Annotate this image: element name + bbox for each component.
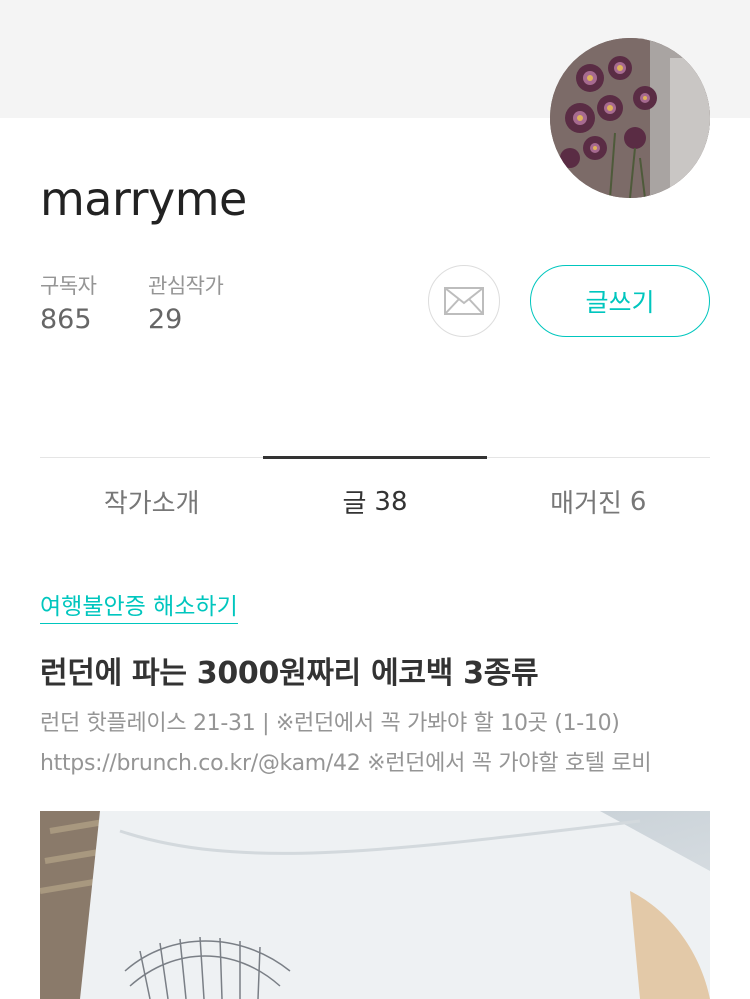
flower-photo-avatar-icon: [550, 38, 710, 198]
write-button[interactable]: 글쓰기: [530, 265, 710, 337]
author-avatar[interactable]: [550, 38, 710, 198]
tab-count: 38: [374, 486, 408, 517]
envelope-icon: [444, 287, 484, 315]
subscribers-label: 구독자: [40, 274, 97, 298]
message-button[interactable]: [428, 265, 500, 337]
post-thumbnail[interactable]: [40, 811, 710, 999]
tab-label: 매거진: [550, 489, 622, 519]
author-name: marryme: [40, 172, 247, 226]
eco-bag-photo-icon: [40, 811, 710, 999]
tab-count: 6: [629, 486, 647, 517]
post-excerpt[interactable]: 런던 핫플레이스 21-31 | ※런던에서 꼭 가봐야 할 10곳 (1-10…: [40, 704, 710, 784]
post-title[interactable]: 런던에 파는 3000원짜리 에코백 3종류: [40, 648, 710, 692]
subscribers-count: 865: [40, 304, 92, 335]
following-count: 29: [148, 304, 183, 335]
tab-author-intro[interactable]: 작가소개: [40, 458, 263, 547]
following-label: 관심작가: [148, 274, 224, 298]
post-excerpt-line: https://brunch.co.kr/@kam/42 ※런던에서 꼭 가야할…: [40, 751, 652, 776]
tab-magazines[interactable]: 매거진 6: [487, 458, 710, 547]
post-excerpt-line: 런던 핫플레이스 21-31 | ※런던에서 꼭 가봐야 할 10곳 (1-10…: [40, 711, 620, 736]
tab-posts[interactable]: 글 38: [263, 456, 487, 547]
author-profile-page: marryme 구독자 865 관심작가 29 글쓰기 작가소개 글 38 매거…: [0, 0, 750, 999]
magazine-tag-link[interactable]: 여행불안증 해소하기: [40, 592, 238, 624]
profile-tabs: 작가소개 글 38 매거진 6: [40, 456, 710, 547]
tab-label: 작가소개: [103, 489, 200, 519]
following-stat[interactable]: 관심작가 29: [148, 270, 224, 335]
tab-label: 글: [342, 489, 367, 519]
subscribers-stat[interactable]: 구독자 865: [40, 270, 97, 335]
